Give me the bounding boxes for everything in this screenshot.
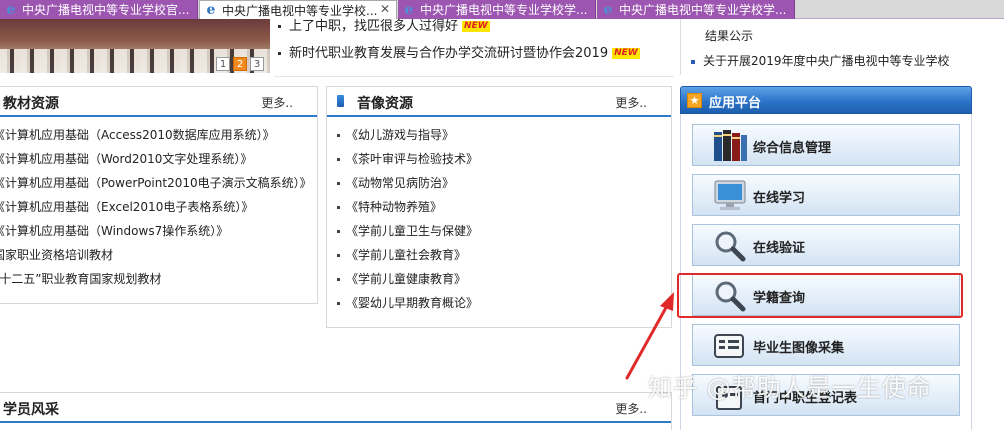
bullet [337,206,340,209]
divider [274,76,674,77]
list-item[interactable]: “十二五”职业教育国家规划教材 [0,267,317,291]
list-item[interactable]: 《幼儿游戏与指导》 [337,123,671,147]
list-item[interactable]: 《计算机应用基础（Excel2010电子表格系统）》 [0,195,317,219]
pager-button[interactable]: 1 [216,57,230,71]
panel-title: 音像资源 [357,96,413,112]
panel-title: 学员风采 [3,402,59,418]
books-icon [714,130,747,161]
news-item[interactable]: 新时代职业教育发展与合作办学交流研讨暨协作会2019 NEW [276,40,656,67]
news-title[interactable]: 上了中职，找匹很多人过得好 [289,19,458,34]
notice-list: 结果公示 关于开展2019年度中央广播电视中等专业学校 [680,19,972,75]
item-title[interactable]: 《特种动物养殖》 [346,200,442,214]
item-title[interactable]: 《动物常见病防治》 [346,176,454,190]
pager-button-active[interactable]: 2 [233,57,247,71]
star-icon: ★ [687,93,702,108]
list-item[interactable]: 《动物常见病防治》 [337,171,671,195]
bullet [337,230,340,233]
list-item[interactable]: 《学前儿童社会教育》 [337,243,671,267]
list-item[interactable]: 《婴幼儿早期教育概论》 [337,291,671,315]
textbook-panel: 教材资源 更多.. 《计算机应用基础（Access2010数据库应用系统）》 《… [0,86,318,304]
bullet [337,134,340,137]
online-verification-button[interactable]: 在线验证 [692,224,960,266]
app-platform-header: ★ 应用平台 [680,86,972,114]
textbook-list: 《计算机应用基础（Access2010数据库应用系统）》 《计算机应用基础（Wo… [0,117,317,291]
tab-label: 中央广播电视中等专业学校官... [22,3,190,17]
list-item[interactable]: 《计算机应用基础（Windows7操作系统）》 [0,219,317,243]
button-label: 综合信息管理 [753,141,832,156]
button-label: 在线验证 [753,241,806,256]
list-item[interactable]: 《学前儿童健康教育》 [337,267,671,291]
panel-header: 学员风采 更多.. [0,393,671,423]
ie-icon: e [206,2,216,18]
bullet [278,52,281,55]
bullet [337,278,340,281]
monitor-icon [714,180,746,210]
ie-icon: e [6,1,16,18]
app-platform-title: 应用平台 [709,96,762,111]
info-management-button[interactable]: 综合信息管理 [692,124,960,166]
audio-video-panel: 音像资源 更多.. 《幼儿游戏与指导》 《茶叶审评与检验技术》 《动物常见病防治… [326,86,672,328]
list-item[interactable]: 《计算机应用基础（Access2010数据库应用系统）》 [0,123,317,147]
online-learning-button[interactable]: 在线学习 [692,174,960,216]
button-label: 在线学习 [753,191,806,206]
news-title[interactable]: 新时代职业教育发展与合作办学交流研讨暨协作会2019 [289,46,608,61]
news-item[interactable]: 上了中职，找匹很多人过得好 NEW [276,13,656,40]
phone-icon [337,95,344,107]
more-link[interactable]: 更多.. [615,400,647,417]
item-title[interactable]: 《学前儿童社会教育》 [346,248,466,262]
graduate-photo-button[interactable]: 毕业生图像采集 [692,324,960,366]
list-item[interactable]: 《特种动物养殖》 [337,195,671,219]
bullet [337,158,340,161]
new-badge: NEW [462,21,490,32]
bullet [337,182,340,185]
bullet [337,254,340,257]
list-item[interactable]: 《计算机应用基础（PowerPoint2010电子演示文稿系统）》 [0,171,317,195]
bullet [337,302,340,305]
notice-title[interactable]: 关于开展2019年度中央广播电视中等专业学校 [703,54,950,68]
pager-button[interactable]: 3 [250,57,264,71]
list-item[interactable]: 《茶叶审评与检验技术》 [337,147,671,171]
browser-tab[interactable]: e 中央广播电视中等专业学校官... [0,0,198,19]
item-title[interactable]: 《幼儿游戏与指导》 [346,128,454,142]
notice-item[interactable]: 结果公示 [705,27,753,44]
button-label: 毕业生图像采集 [753,341,845,356]
more-link[interactable]: 更多.. [615,94,647,111]
panel-header: 音像资源 更多.. [327,87,671,117]
panel-title: 教材资源 [3,96,59,112]
item-title[interactable]: 《茶叶审评与检验技术》 [346,152,478,166]
panel-header: 教材资源 更多.. [0,87,317,117]
slideshow-pager: 1 2 3 [216,57,264,71]
bullet [691,59,695,64]
watermark: 知乎 @帮助人是一生使命 [648,374,932,402]
bullet [278,25,281,28]
audio-list: 《幼儿游戏与指导》 《茶叶审评与检验技术》 《动物常见病防治》 《特种动物养殖》… [327,117,671,315]
news-list: 上了中职，找匹很多人过得好 NEW 新时代职业教育发展与合作办学交流研讨暨协作会2… [276,19,656,67]
list-item[interactable]: 《学前儿童卫生与保健》 [337,219,671,243]
news-slideshow-image[interactable]: 1 2 3 [0,19,270,73]
item-title[interactable]: 《婴幼儿早期教育概论》 [346,296,478,310]
notice-item[interactable]: 关于开展2019年度中央广播电视中等专业学校 [691,52,950,69]
magnifier-icon [715,231,746,262]
list-item[interactable]: 国家职业资格培训教材 [0,243,317,267]
item-title[interactable]: 《学前儿童健康教育》 [346,272,466,286]
id-card-icon [714,334,744,358]
new-badge: NEW [612,48,640,59]
student-showcase-panel: 学员风采 更多.. [0,392,672,430]
list-item[interactable]: 《计算机应用基础（Word2010文字处理系统）》 [0,147,317,171]
more-link[interactable]: 更多.. [261,94,293,111]
highlight-box [677,273,963,318]
item-title[interactable]: 《学前儿童卫生与保健》 [346,224,478,238]
